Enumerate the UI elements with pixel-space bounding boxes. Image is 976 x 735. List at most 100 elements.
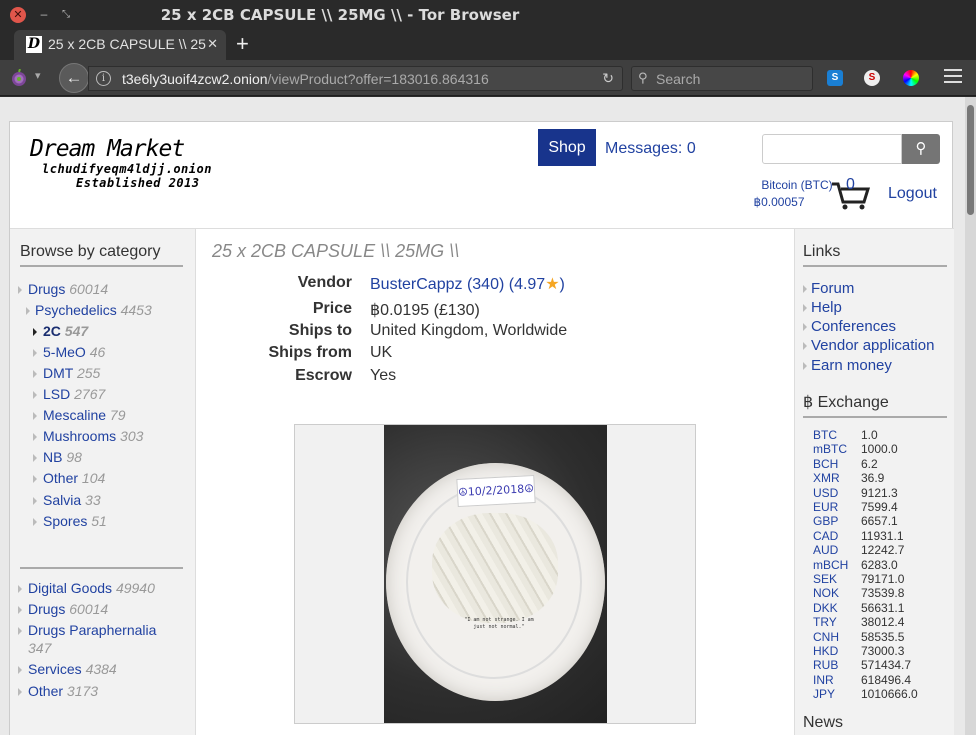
site-search-button[interactable]: ⚲ <box>902 134 940 164</box>
exchange-currency-code[interactable]: NOK <box>813 586 839 600</box>
window-title: 25 x 2CB CAPSULE \\ 25MG \\ - Tor Browse… <box>160 6 520 24</box>
site-info-icon[interactable]: i <box>96 71 111 86</box>
bullet-icon <box>26 307 30 315</box>
exchange-currency-code[interactable]: SEK <box>813 572 837 586</box>
star-icon: ★ <box>545 276 560 293</box>
hamburger-menu-icon[interactable] <box>944 69 962 87</box>
category-count: 60014 <box>69 281 109 297</box>
exchange-currency-code[interactable]: INR <box>813 673 834 687</box>
category-mescaline[interactable]: Mescaline 79 <box>43 407 126 423</box>
exchange-rate-value: 571434.7 <box>861 658 912 673</box>
exchange-currency-code[interactable]: mBTC <box>813 442 847 456</box>
link-conferences[interactable]: Conferences <box>811 318 896 335</box>
category-count: 51 <box>91 513 107 529</box>
exchange-currency-code[interactable]: JPY <box>813 687 835 701</box>
category-name: Mushrooms <box>43 428 117 444</box>
tor-onion-icon[interactable] <box>10 69 28 87</box>
url-bar[interactable]: i t3e6ly3uoif4zcw2.onion/viewProduct?off… <box>88 66 623 91</box>
category-services[interactable]: Services 4384 <box>28 661 117 677</box>
exchange-currency-code[interactable]: EUR <box>813 500 838 514</box>
exchange-currency-code[interactable]: XMR <box>813 471 840 485</box>
exchange-currency-code[interactable]: USD <box>813 486 838 500</box>
reload-icon[interactable]: ↻ <box>602 70 614 87</box>
exchange-currency-code[interactable]: BCH <box>813 457 838 471</box>
logout-link[interactable]: Logout <box>888 185 937 203</box>
messages-link[interactable]: Messages: 0 <box>605 140 696 158</box>
exchange-currency-code[interactable]: HKD <box>813 644 838 658</box>
exchange-currency-code[interactable]: DKK <box>813 601 838 615</box>
category-drugs-top[interactable]: Drugs 60014 <box>28 601 108 617</box>
site-search-input[interactable] <box>762 134 902 164</box>
bullet-icon <box>33 454 37 462</box>
exchange-currency-code[interactable]: AUD <box>813 543 838 557</box>
category-drugs[interactable]: Drugs 60014 <box>28 281 108 297</box>
site-logo[interactable]: Dream Market lchudifyeqm4ldjj.onion Esta… <box>30 136 212 190</box>
bullet-active-icon <box>33 328 37 336</box>
category-lsd[interactable]: LSD 2767 <box>43 386 105 402</box>
page-viewport: Dream Market lchudifyeqm4ldjj.onion Esta… <box>0 97 976 735</box>
category-name: Spores <box>43 513 88 529</box>
link-earn-money[interactable]: Earn money <box>811 357 892 374</box>
vendor-suffix: ) <box>559 276 565 293</box>
exchange-currency-code[interactable]: mBCH <box>813 558 848 572</box>
category-2c[interactable]: 2C 547 <box>43 323 88 339</box>
category-name: Other <box>28 683 64 699</box>
shop-button[interactable]: Shop <box>538 129 596 166</box>
category-spores[interactable]: Spores 51 <box>43 513 107 529</box>
category-dmt[interactable]: DMT 255 <box>43 365 100 381</box>
category-drugs-paraphernalia[interactable]: Drugs Paraphernalia <box>28 622 156 638</box>
bullet-icon <box>803 323 807 331</box>
back-button[interactable]: ← <box>59 63 89 93</box>
exchange-currency-code[interactable]: GBP <box>813 514 838 528</box>
category-digital-goods[interactable]: Digital Goods 49940 <box>28 580 155 596</box>
category-name: Salvia <box>43 492 82 508</box>
bullet-icon <box>803 342 807 350</box>
exchange-currency-code[interactable]: TRY <box>813 615 837 629</box>
color-extension-icon[interactable] <box>903 70 919 86</box>
photo-capsules <box>432 513 558 623</box>
scrollbar-thumb[interactable] <box>967 105 974 215</box>
tab-title: 25 x 2CB CAPSULE \\ 25MG \\ <box>48 36 206 52</box>
exchange-rate-value: 38012.4 <box>861 615 905 630</box>
new-tab-button[interactable]: + <box>236 33 249 55</box>
category-psychedelics[interactable]: Psychedelics 4453 <box>35 302 152 318</box>
photo-plate-quote: "I am not strange. I am just not normal.… <box>464 617 534 630</box>
exchange-currency-code[interactable]: CNH <box>813 630 839 644</box>
browser-tab[interactable]: D 25 x 2CB CAPSULE \\ 25MG \\ ✕ <box>14 30 226 60</box>
link-vendor-application[interactable]: Vendor application <box>811 337 934 354</box>
exchange-currency-code[interactable]: CAD <box>813 529 838 543</box>
cart-count[interactable]: 0 <box>846 176 855 194</box>
bullet-icon <box>803 285 807 293</box>
category-nb[interactable]: NB 98 <box>43 449 82 465</box>
category-other-psychedelics[interactable]: Other 104 <box>43 470 105 486</box>
link-forum[interactable]: Forum <box>811 280 854 297</box>
right-sidebar: Links Forum Help Conferences Vendor appl… <box>794 229 954 735</box>
bullet-icon <box>803 362 807 370</box>
category-salvia[interactable]: Salvia 33 <box>43 492 101 508</box>
product-image-frame[interactable]: ☮10/2/2018☮ "I am not strange. I am just… <box>294 424 696 724</box>
exchange-currency-code[interactable]: BTC <box>813 428 837 442</box>
category-5meo[interactable]: 5-MeO 46 <box>43 344 105 360</box>
link-help[interactable]: Help <box>811 299 842 316</box>
category-other[interactable]: Other 3173 <box>28 683 98 699</box>
bullet-icon <box>18 606 22 614</box>
logo-established: Established 2013 <box>76 176 200 190</box>
noscript-icon[interactable]: S <box>864 70 880 86</box>
browser-search-bar[interactable]: ⚲ Search <box>631 66 813 91</box>
vendor-link[interactable]: BusterCappz (340) (4.97★) <box>370 274 565 294</box>
vertical-scrollbar[interactable] <box>965 97 976 735</box>
category-mushrooms[interactable]: Mushrooms 303 <box>43 428 143 444</box>
bullet-icon <box>18 666 22 674</box>
category-sidebar: Browse by category Drugs 60014 Psychedel… <box>10 229 196 735</box>
category-name: Digital Goods <box>28 580 113 596</box>
exchange-currency-code[interactable]: RUB <box>813 658 838 672</box>
category-paraphernalia-count: 347 <box>28 640 51 656</box>
product-photo[interactable]: ☮10/2/2018☮ "I am not strange. I am just… <box>384 425 607 723</box>
tor-menu-caret-icon[interactable]: ▾ <box>35 69 41 82</box>
bullet-icon <box>18 585 22 593</box>
url-text[interactable]: t3e6ly3uoif4zcw2.onion/viewProduct?offer… <box>122 71 489 87</box>
sidebar-divider <box>20 567 183 569</box>
skype-extension-icon[interactable]: S <box>827 70 843 86</box>
url-path: /viewProduct?offer=183016.864316 <box>267 71 489 87</box>
tab-close-icon[interactable]: ✕ <box>207 36 218 52</box>
